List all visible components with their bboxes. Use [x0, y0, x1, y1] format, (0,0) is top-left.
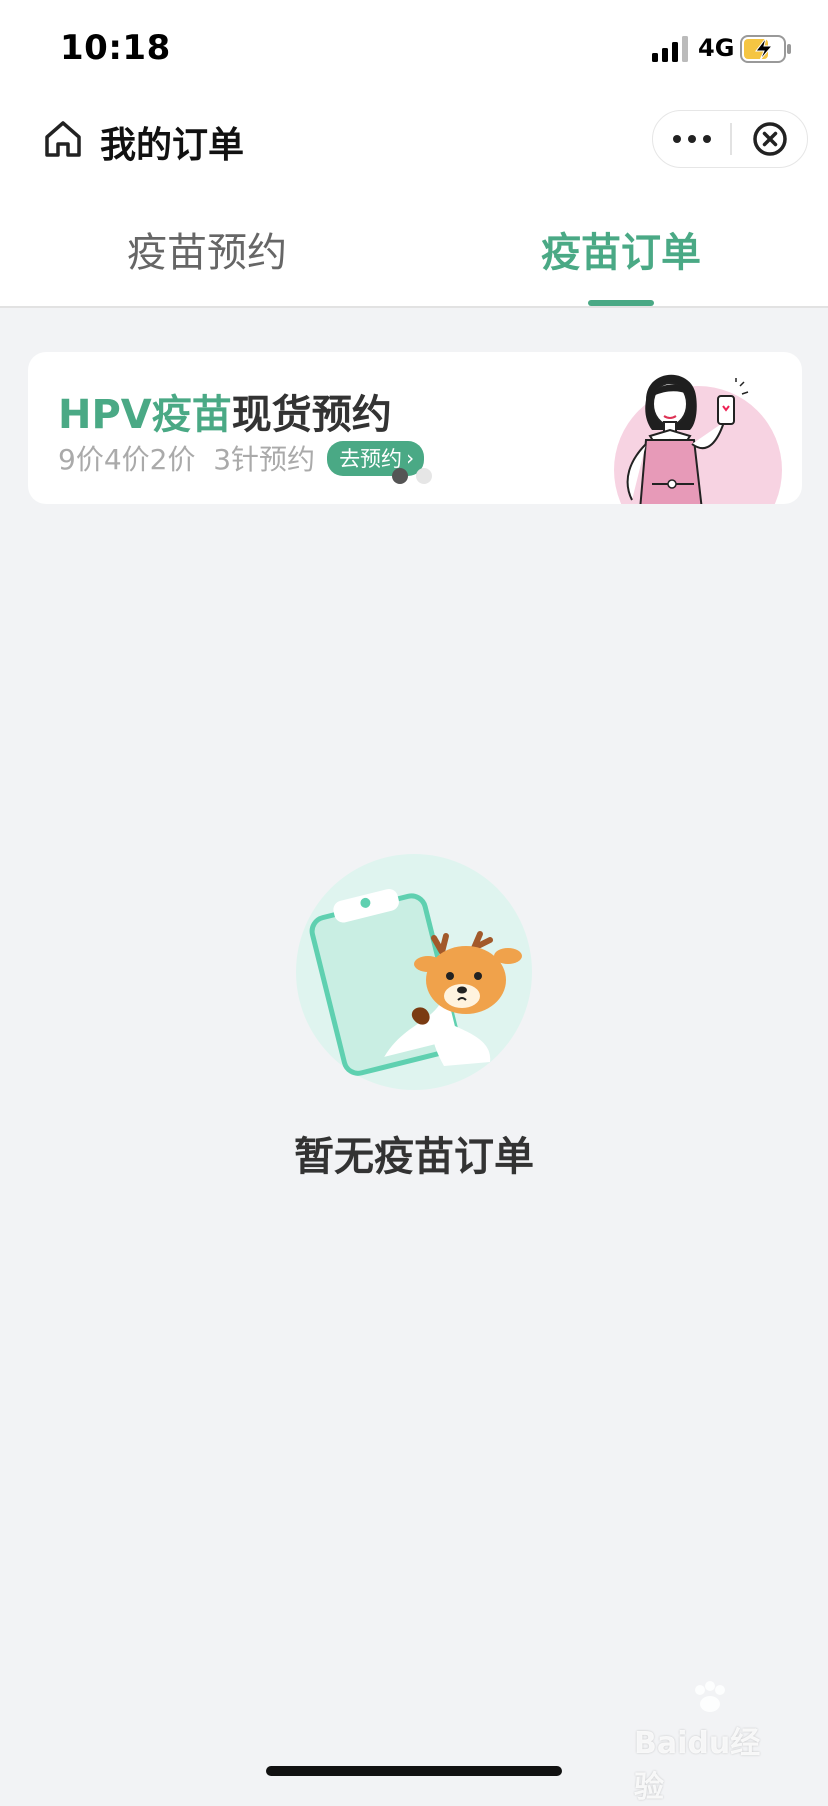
page-title: 我的订单	[100, 125, 245, 166]
book-now-label: 去预约	[339, 446, 403, 471]
banner-subtitle: 9价4价2价 3针预约	[58, 443, 316, 476]
home-icon[interactable]	[42, 118, 84, 160]
tab-vaccine-orders[interactable]: 疫苗订单	[414, 220, 828, 278]
paw-logo-icon	[695, 1681, 725, 1712]
close-circle-icon	[753, 122, 787, 156]
order-tabs: 疫苗预约 疫苗订单	[0, 192, 828, 308]
home-indicator[interactable]	[266, 1766, 562, 1776]
hpv-promo-banner[interactable]: HPV疫苗现货预约 9价4价2价 3针预约 去预约 ›	[28, 352, 802, 504]
banner-title: HPV疫苗现货预约	[58, 382, 392, 440]
tab-vaccine-appointment[interactable]: 疫苗预约	[0, 220, 414, 278]
miniprogram-capsule	[652, 110, 808, 168]
more-dots-icon	[673, 135, 711, 143]
carousel-dot-active[interactable]	[392, 468, 408, 484]
carousel-dot[interactable]	[416, 468, 432, 484]
network-type: 4G	[698, 34, 735, 62]
banner-title-rest: 现货预约	[231, 392, 392, 438]
active-tab-indicator	[588, 300, 654, 306]
status-bar: 10:18 4G	[0, 0, 828, 96]
empty-state-message: 暂无疫苗订单	[294, 1134, 534, 1180]
banner-title-highlight: HPV疫苗	[58, 392, 232, 438]
banner-subtitle-row: 9价4价2价 3针预约 去预约 ›	[58, 438, 425, 478]
battery-charging-icon	[740, 35, 791, 63]
status-time: 10:18	[60, 28, 171, 68]
baidu-jingyan-watermark: Baidu经验	[634, 1681, 784, 1805]
close-button[interactable]	[732, 111, 808, 167]
more-button[interactable]	[653, 111, 731, 167]
woman-with-phone-illustration	[614, 374, 782, 504]
cellular-signal-icon	[652, 36, 688, 62]
title-bar: 我的订单	[0, 96, 828, 192]
book-now-button[interactable]: 去预约 ›	[327, 440, 425, 476]
chevron-right-icon: ›	[406, 445, 415, 470]
watermark-text: Baidu经验	[634, 1726, 761, 1805]
empty-orders-deer-illustration	[296, 854, 532, 1090]
